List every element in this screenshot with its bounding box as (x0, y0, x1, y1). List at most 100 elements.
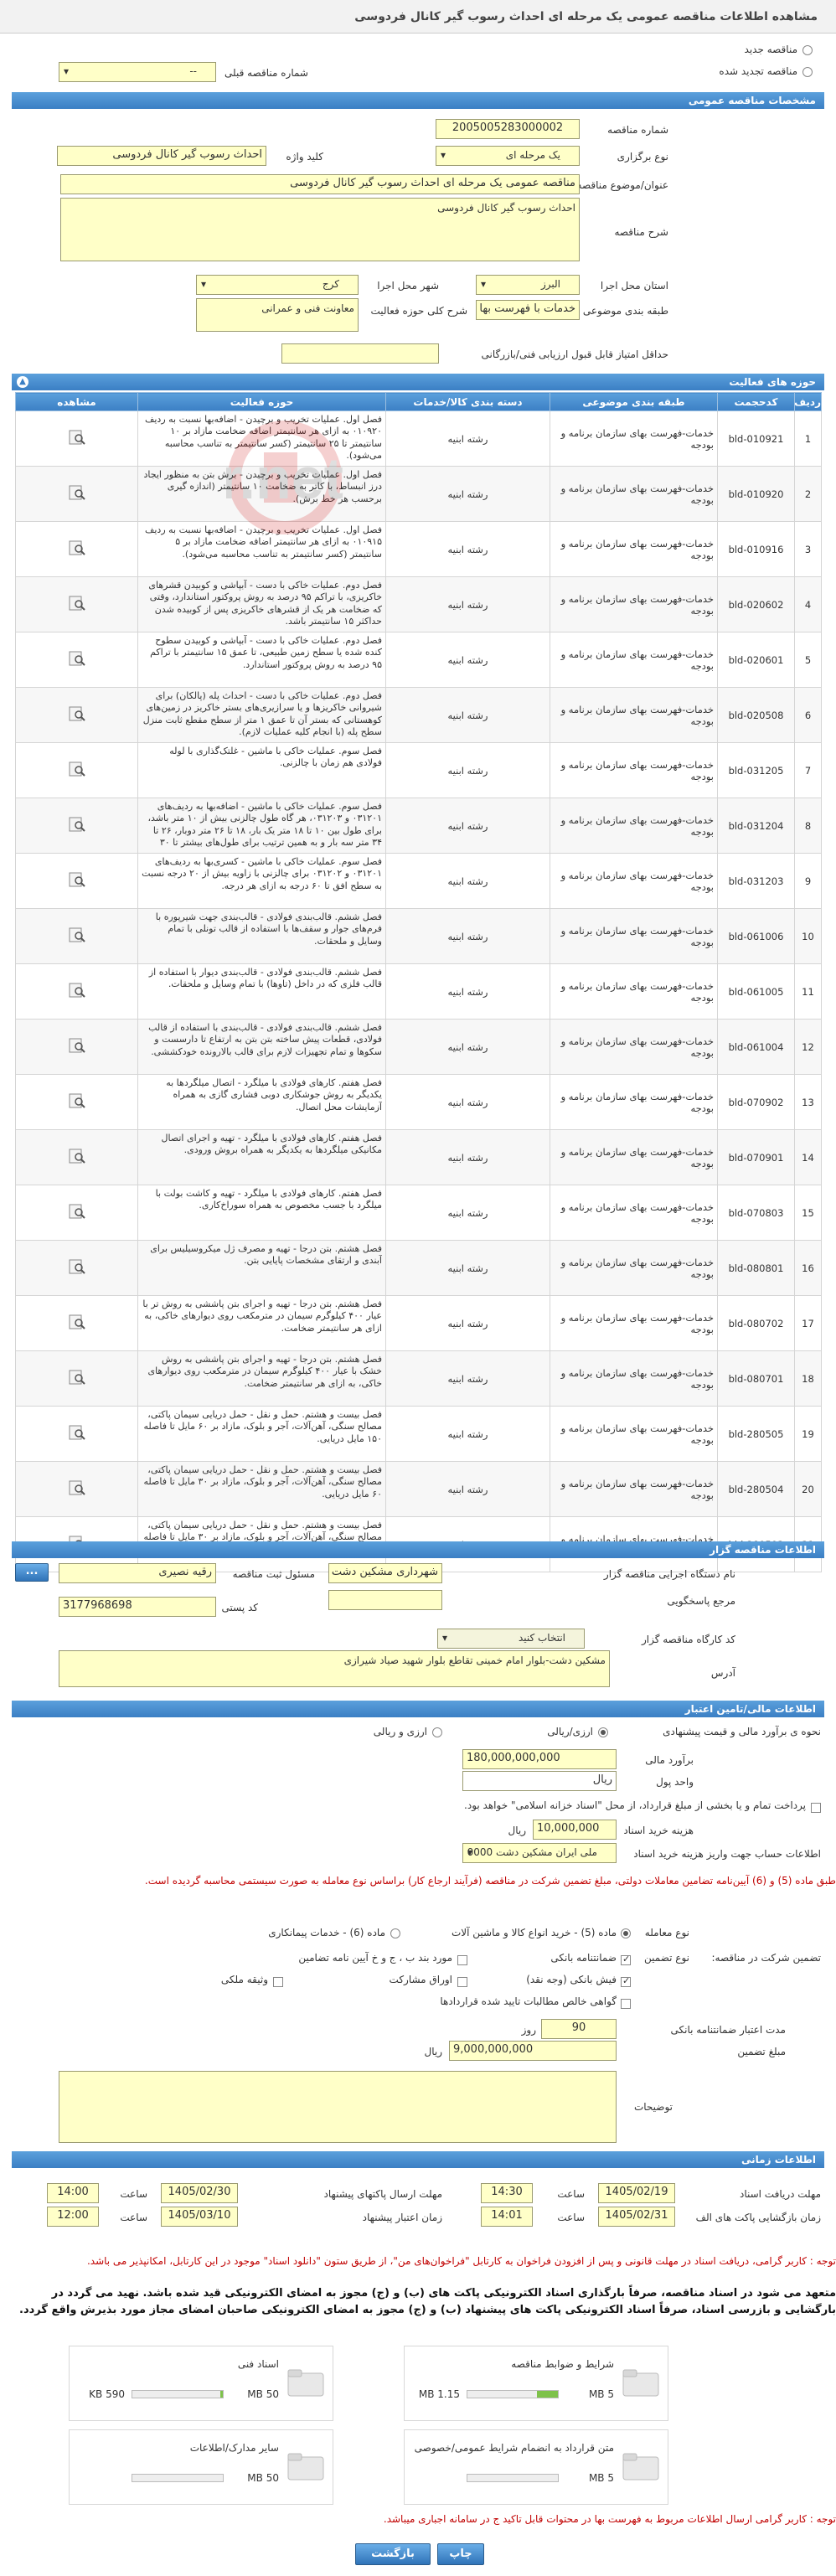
keyword-label: کلید واژه (286, 151, 323, 163)
tender-type-select[interactable]: یک مرحله ای (436, 146, 580, 166)
doc-receive-time-label: ساعت (557, 2188, 585, 2200)
file-box-terms[interactable]: شرایط و ضوابط مناقصه 5 MB 1.15 MB (404, 2346, 668, 2421)
cell-view (15, 521, 138, 577)
view-icon[interactable] (67, 871, 87, 888)
file-box-technical[interactable]: اسناد فنی 50 MB 590 KB (69, 2346, 333, 2421)
fee-field[interactable]: 10,000,000 (533, 1820, 617, 1840)
min-score-field[interactable] (281, 343, 439, 364)
account-select[interactable]: ملی ایران مشکین دشت 0000 (462, 1843, 617, 1863)
field-textarea[interactable]: معاونت فنی و عمرانی (196, 298, 359, 332)
treasury-label: پرداخت تمام و یا بخشی از مبلغ قرارداد، ا… (464, 1799, 806, 1811)
view-icon[interactable] (67, 816, 87, 833)
address-field[interactable]: مشکین دشت-بلوار امام خمینی تقاطع بلوار ش… (59, 1650, 610, 1687)
validity-date[interactable]: 1405/03/10 (161, 2207, 238, 2227)
renewed-tender-radio[interactable] (802, 67, 813, 77)
postal-field[interactable]: 3177968698 (59, 1597, 216, 1617)
file-box-other[interactable]: سایر مدارک/اطلاعات 50 MB (69, 2429, 333, 2505)
table-row: 11 bld-061005 خدمات-فهرست بهای سازمان برنا… (15, 963, 822, 1020)
deal-type-6-radio[interactable] (390, 1928, 400, 1938)
cell-category: رشته ابنیه (385, 1019, 550, 1075)
watermark-logo: ender.net (83, 419, 620, 536)
unit-field[interactable]: ریال (462, 1771, 617, 1791)
view-icon[interactable] (67, 1037, 87, 1054)
cell-text: فصل ششم. قالب‌بندی فولادی - قالب‌بندی جه… (155, 911, 382, 947)
guarantee-property-checkbox[interactable] (273, 1977, 283, 1987)
bid-send-date[interactable]: 1405/02/30 (161, 2183, 238, 2203)
ref-field[interactable] (328, 1590, 442, 1610)
open-date[interactable]: 1405/02/31 (598, 2207, 675, 2227)
doc-receive-time[interactable]: 14:30 (481, 2183, 533, 2203)
guarantee-bank-checkbox[interactable] (621, 1954, 631, 1965)
view-icon[interactable] (67, 539, 87, 556)
previous-number-select[interactable]: -- (59, 62, 216, 82)
amount-field[interactable]: 9,000,000,000 (449, 2041, 617, 2061)
doc-receive-date[interactable]: 1405/02/19 (598, 2183, 675, 2203)
open-time-label: ساعت (557, 2212, 585, 2223)
city-label: شهر محل اجرا (377, 280, 439, 292)
file-box-contract[interactable]: متن قرارداد به انضمام شرایط عمومی/خصوصی … (404, 2429, 668, 2505)
workshop-select[interactable]: انتخاب کنید (437, 1629, 585, 1649)
estimate-rial-currency-radio[interactable] (598, 1727, 608, 1737)
col-category: دسته بندی کالا/خدمات (385, 392, 550, 411)
cell-field: فصل هفتم. کارهای فولادی با میلگرد - تهیه… (137, 1129, 386, 1185)
view-icon[interactable] (67, 1369, 87, 1386)
desc-field[interactable] (59, 2071, 617, 2143)
cell-text: فصل هفتم. کارهای فولادی با میلگرد - تهیه… (161, 1133, 382, 1156)
view-icon[interactable] (67, 927, 87, 943)
view-icon[interactable] (67, 761, 87, 777)
page-title: مشاهده اطلاعات مناقصه عمومی یک مرحله ای … (354, 10, 818, 23)
province-select[interactable]: البرز (476, 275, 580, 295)
description-field[interactable]: احداث رسوب گیر کانال فردوسی (60, 198, 580, 261)
estimate-type-label: نحوه ی برآورد مالی و قیمت پیشنهادی (663, 1726, 821, 1737)
file-usage-bar (132, 2474, 224, 2482)
view-icon[interactable] (67, 705, 87, 722)
guarantee-cash-checkbox[interactable] (621, 1975, 631, 1987)
new-tender-radio[interactable] (802, 45, 813, 55)
subject-label: عنوان/موضوع مناقصه (576, 179, 668, 191)
classification-field[interactable]: خدمات با فهرست بها (476, 300, 580, 320)
deal-type-5-radio[interactable] (621, 1928, 631, 1938)
view-icon[interactable] (67, 429, 87, 446)
subject-field[interactable]: مناقصه عمومی یک مرحله ای احداث رسوب گیر … (60, 174, 580, 194)
view-icon[interactable] (67, 650, 87, 667)
view-icon[interactable] (67, 1203, 87, 1220)
collapse-icon[interactable]: ▲ (17, 376, 28, 388)
guarantee-property-label: وثیقه ملکی (220, 1974, 268, 1985)
estimate-rial-radio[interactable] (432, 1727, 442, 1737)
file-name: اسناد فنی (237, 2358, 279, 2370)
open-time[interactable]: 14:01 (481, 2207, 533, 2227)
view-icon[interactable] (67, 1092, 87, 1109)
cell-row: 16 (794, 1240, 822, 1296)
view-icon[interactable] (67, 595, 87, 612)
cell-row: 11 (794, 963, 822, 1020)
guarantee-claims-checkbox[interactable] (621, 1999, 631, 2009)
cell-code: bld-070803 (717, 1185, 795, 1241)
manager-field[interactable]: رقیه نصیری (59, 1563, 216, 1583)
back-button[interactable]: بازگشت (355, 2543, 431, 2565)
city-select[interactable]: کرج (196, 275, 359, 295)
estimate-field[interactable]: 180,000,000,000 (462, 1749, 617, 1769)
view-icon[interactable] (67, 484, 87, 501)
bid-send-time[interactable]: 14:00 (47, 2183, 99, 2203)
view-icon[interactable] (67, 1314, 87, 1330)
validity-time[interactable]: 12:00 (47, 2207, 99, 2227)
guarantee-bonds-checkbox[interactable] (457, 1977, 467, 1987)
validity-field[interactable]: 90 (541, 2019, 617, 2039)
view-icon[interactable] (67, 1479, 87, 1496)
view-icon[interactable] (67, 982, 87, 999)
print-button[interactable]: چاپ (437, 2543, 484, 2565)
view-icon[interactable] (67, 1148, 87, 1164)
guarantee-label: تضمین شرکت در مناقصه: (711, 1952, 821, 1964)
treasury-checkbox[interactable] (811, 1803, 821, 1813)
view-icon[interactable] (67, 1424, 87, 1441)
org-name-field[interactable]: شهرداری مشکین دشت استان البرز (328, 1563, 442, 1583)
more-button[interactable]: ... (15, 1563, 49, 1582)
keyword-field[interactable]: احداث رسوب گیر کانال فردوسی (57, 146, 266, 166)
tender-number-field[interactable]: 2005005283000002 (436, 119, 580, 139)
file-usage-bar (467, 2390, 559, 2398)
cell-field: فصل بیست و هشتم. حمل و نقل - حمل دریایی … (137, 1461, 386, 1517)
cell-field: فصل بیست و هشتم. حمل و نقل - حمل دریایی … (137, 1406, 386, 1462)
col-code: کدحجمت (717, 392, 795, 411)
view-icon[interactable] (67, 1258, 87, 1275)
guarantee-article-checkbox[interactable] (457, 1955, 467, 1965)
